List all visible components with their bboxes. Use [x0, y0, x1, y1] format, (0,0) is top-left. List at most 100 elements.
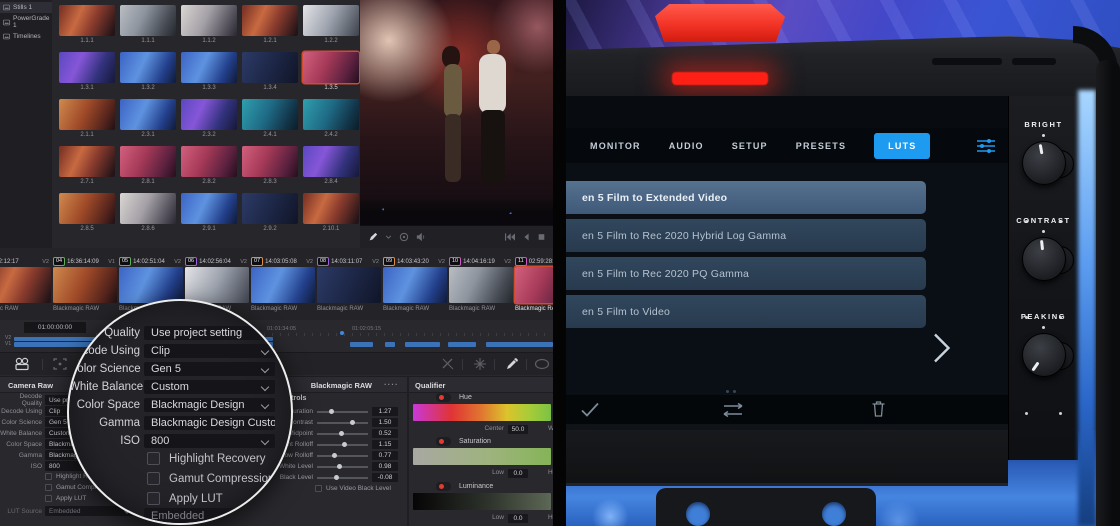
still-item[interactable]: 2.8.2 [181, 146, 237, 185]
chevron-down-icon[interactable] [385, 232, 392, 242]
still-item[interactable]: 2.4.1 [242, 99, 298, 138]
slider-knob[interactable] [334, 475, 339, 480]
still-item[interactable]: 1.3.3 [181, 52, 237, 91]
field-dropdown[interactable]: Custom [144, 380, 275, 394]
timeline-bar[interactable] [385, 342, 395, 347]
field-dropdown[interactable]: Clip [144, 344, 275, 358]
slider-value[interactable]: 0.52 [372, 429, 398, 439]
sidebar-item[interactable]: Stills 1 [0, 2, 52, 13]
trash-icon[interactable] [871, 400, 886, 417]
still-item[interactable]: 2.8.6 [120, 193, 176, 232]
lut-list-item[interactable]: en 5 Film to Rec 2020 PQ Gamma [566, 257, 926, 290]
slider-value[interactable]: 1.27 [372, 407, 398, 417]
checkbox[interactable] [45, 495, 52, 502]
still-item[interactable]: 2.10.1 [303, 193, 359, 232]
slider-value[interactable]: -0.08 [372, 473, 398, 483]
lut-list-item[interactable]: en 5 Film to Rec 2020 Hybrid Log Gamma [566, 219, 926, 252]
still-item[interactable]: 2.8.4 [303, 146, 359, 185]
menu-tab[interactable]: LUTS [874, 133, 930, 159]
still-item[interactable]: 1.3.1 [59, 52, 115, 91]
slider-track[interactable] [317, 418, 368, 427]
slider-knob[interactable] [350, 420, 355, 425]
menu-tab[interactable]: PRESETS [796, 141, 846, 151]
rotary-knob[interactable] [1022, 333, 1066, 377]
still-item[interactable]: 2.3.1 [120, 99, 176, 138]
stat-value[interactable]: 0.0 [508, 514, 528, 523]
still-item[interactable]: 2.8.5 [59, 193, 115, 232]
rotary-knob[interactable] [1022, 237, 1066, 281]
slider-value[interactable]: 1.50 [372, 418, 398, 428]
field-dropdown[interactable]: Blackmagic Design [144, 398, 275, 412]
still-item[interactable]: 2.1.1 [59, 99, 115, 138]
checkbox[interactable] [45, 484, 52, 491]
enable-toggle[interactable] [436, 393, 451, 402]
still-item[interactable]: 2.3.2 [181, 99, 237, 138]
timeline-clip[interactable]: 14:02:12:17 V2 magic RAW [0, 257, 52, 320]
timeline-bar[interactable] [405, 342, 440, 347]
slider-track[interactable] [317, 407, 368, 416]
speaker-icon[interactable] [416, 232, 426, 242]
checkbox[interactable] [315, 485, 322, 492]
field-dropdown[interactable]: Gen 5 [144, 362, 275, 376]
still-item[interactable]: 1.1.2 [181, 5, 237, 44]
still-item[interactable]: 1.1.1 [59, 5, 115, 44]
still-item[interactable]: 1.3.5 [303, 52, 359, 91]
enable-toggle[interactable] [436, 482, 451, 491]
still-item[interactable]: 1.3.4 [242, 52, 298, 91]
swap-arrows-icon[interactable] [718, 402, 748, 419]
timeline-clip[interactable]: 11 02:59:28:14 Blackmagic RAW [514, 257, 553, 320]
draw-icon[interactable] [368, 232, 378, 242]
field-dropdown[interactable]: 800 [144, 434, 275, 448]
still-item[interactable]: 2.8.3 [242, 146, 298, 185]
still-item[interactable]: 2.9.2 [242, 193, 298, 232]
timeline-bar[interactable] [448, 342, 476, 347]
timeline-bar[interactable] [486, 342, 553, 347]
still-item[interactable]: 2.7.1 [59, 146, 115, 185]
slider-knob[interactable] [329, 409, 334, 414]
slider-value[interactable]: 0.98 [372, 462, 398, 472]
sidebar-item[interactable]: Timelines [0, 31, 52, 42]
still-item[interactable]: 1.2.2 [303, 5, 359, 44]
panel-menu-dots[interactable]: ···· [384, 380, 399, 389]
still-item[interactable]: 2.4.2 [303, 99, 359, 138]
lut-list-item[interactable]: en 5 Film to Video [566, 295, 926, 328]
magnified-lut-source[interactable]: Embedded [144, 508, 275, 523]
checkbox[interactable] [147, 472, 160, 485]
stat-value[interactable]: 0.0 [508, 469, 528, 478]
timeline-clip[interactable]: 10 14:04:16:19 V2 Blackmagic RAW [448, 257, 514, 320]
slider-knob[interactable] [339, 431, 344, 436]
camera-raw-icon[interactable] [14, 357, 30, 371]
timeline-clip[interactable]: 04 16:36:14:09 V1 Blackmagic RAW [52, 257, 118, 320]
still-item[interactable]: 2.8.1 [120, 146, 176, 185]
lut-list-item[interactable]: en 5 Film to Extended Video [566, 181, 926, 214]
rotary-knob[interactable] [1022, 141, 1066, 185]
timeline-bar[interactable] [350, 342, 373, 347]
slider-knob[interactable] [342, 442, 347, 447]
tracker-icon[interactable] [52, 357, 68, 371]
qualifier-gradient-bar[interactable] [413, 404, 551, 421]
highlight-icon[interactable] [534, 357, 550, 371]
slider-track[interactable] [317, 451, 368, 460]
slider-track[interactable] [317, 473, 368, 482]
menu-tab[interactable]: AUDIO [669, 141, 704, 151]
stop-icon[interactable] [538, 232, 545, 242]
field-dropdown[interactable]: Use project setting [144, 326, 275, 340]
slider-value[interactable]: 0.77 [372, 451, 398, 461]
skip-start-icon[interactable] [505, 232, 515, 242]
still-item[interactable]: 1.2.1 [242, 5, 298, 44]
slider-track[interactable] [317, 440, 368, 449]
step-back-icon[interactable] [523, 232, 530, 242]
slider-value[interactable]: 1.15 [372, 440, 398, 450]
eyedropper-icon[interactable] [504, 357, 520, 371]
timeline-clip[interactable]: 07 14:03:05:08 V2 Blackmagic RAW [250, 257, 316, 320]
checkbox[interactable] [147, 492, 160, 505]
slider-knob[interactable] [337, 464, 342, 469]
qualifier-gradient-bar[interactable] [413, 493, 551, 510]
checkbox[interactable] [45, 473, 52, 480]
next-page-chevron-icon[interactable] [930, 333, 952, 363]
slider-knob[interactable] [332, 453, 337, 458]
field-dropdown[interactable]: Blackmagic Design Custom [144, 416, 275, 430]
timeline-clip[interactable]: 08 14:03:11:07 V2 Blackmagic RAW [316, 257, 382, 320]
sidebar-item[interactable]: PowerGrade 1 [0, 13, 52, 31]
stat-value[interactable]: 50.0 [508, 425, 528, 434]
